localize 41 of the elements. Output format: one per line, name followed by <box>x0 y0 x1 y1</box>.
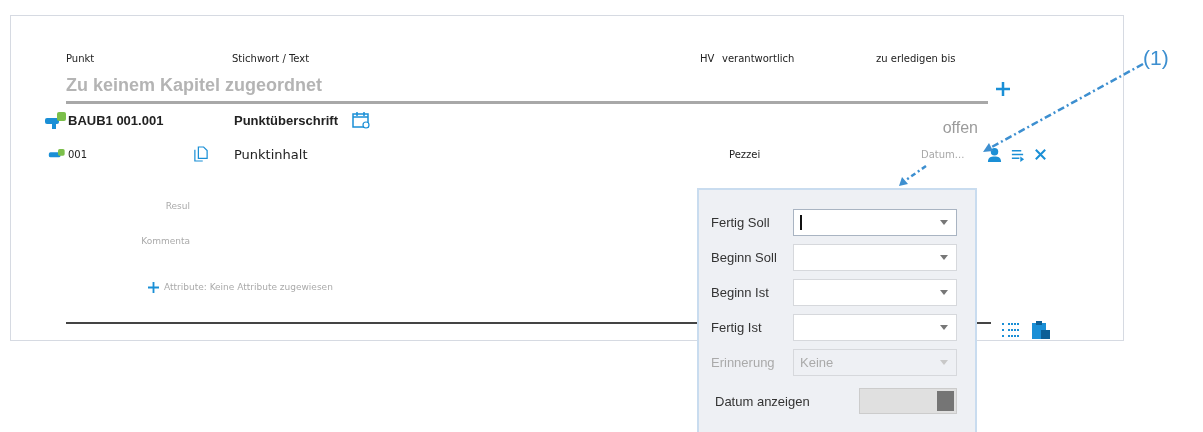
clipboard-icon[interactable] <box>1031 320 1051 340</box>
point-number: BAUB1 001.001 <box>68 112 165 128</box>
responsible-name: Pezzei <box>729 148 762 160</box>
date-field-label: Beginn Ist <box>711 285 769 300</box>
calendar-icon[interactable] <box>352 111 370 129</box>
attributes-text: Attribute: Keine Attribute zugewiesen <box>164 282 333 292</box>
column-header: zu erledigen bis <box>876 53 957 66</box>
dropdown-icon <box>940 290 948 295</box>
column-header: HV <box>700 53 716 66</box>
add-icon[interactable] <box>148 281 159 293</box>
callout-arrow <box>899 164 927 186</box>
date-field-label: Beginn Soll <box>711 250 777 265</box>
subpoint-number: 001 <box>68 148 89 160</box>
date-field-label: Fertig Soll <box>711 215 770 230</box>
column-header: verantwortlich <box>722 53 796 66</box>
subpoint-icon <box>48 148 68 160</box>
date-link[interactable]: Datum... <box>921 148 987 160</box>
column-header: Punkt <box>66 53 96 66</box>
field-label: Kommenta <box>141 235 190 246</box>
point-heading: Punktüberschrift <box>234 112 338 128</box>
callout-number: (1) <box>1143 46 1169 70</box>
field-label: Resul <box>165 200 190 211</box>
dropdown-icon <box>940 220 948 225</box>
status-label: offen <box>942 119 978 137</box>
close-icon[interactable] <box>1033 146 1048 162</box>
toggle-switch[interactable] <box>859 388 957 414</box>
chapter-title: Zu keinem Kapitel zugeordnet <box>66 74 323 96</box>
point-icon <box>44 111 68 129</box>
person-icon[interactable] <box>987 146 1002 162</box>
toggle-label: Datum anzeigen <box>715 393 810 409</box>
list-icon[interactable] <box>1001 320 1021 340</box>
add-icon[interactable] <box>995 81 1011 97</box>
dropdown-icon <box>940 255 948 260</box>
point-content: Punktinhalt <box>234 146 309 162</box>
dropdown-icon <box>940 360 948 365</box>
copy-icon[interactable] <box>194 146 208 162</box>
date-field-label: Erinnerung <box>711 355 775 370</box>
date-dropdown[interactable] <box>793 209 957 236</box>
column-header: Stichwort / Text <box>232 53 311 66</box>
date-field-label: Fertig Ist <box>711 320 762 335</box>
dropdown-icon <box>940 325 948 330</box>
